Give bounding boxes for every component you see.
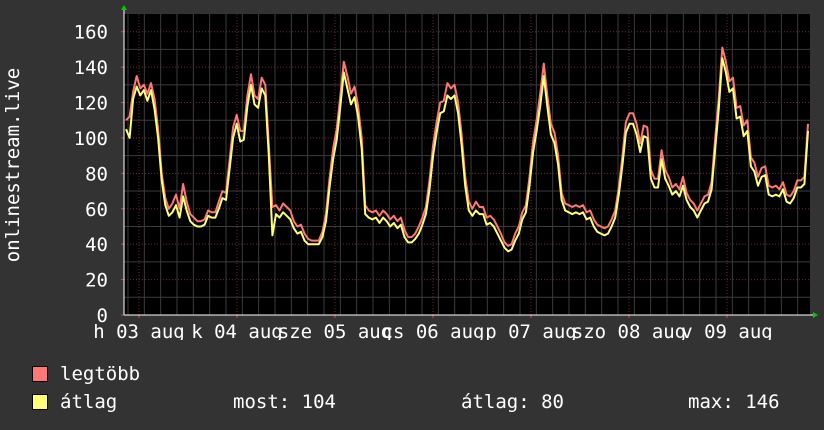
legend-swatch-atlag — [32, 394, 48, 410]
stat-max: max: 146 — [688, 391, 780, 413]
stat-current: most: 104 — [233, 391, 336, 413]
legend-swatch-legtobb — [32, 366, 48, 382]
x-tick-label: h 03 aug — [93, 321, 185, 340]
y-tick-label: 120 — [74, 93, 108, 115]
x-tick-label: p 07 aug — [485, 321, 577, 340]
y-tick-label: 80 — [85, 163, 108, 185]
y-tick-label: 60 — [85, 199, 108, 221]
y-tick-label: 160 — [74, 22, 108, 44]
x-axis-arrow — [813, 312, 818, 318]
y-tick-label: 140 — [74, 57, 108, 79]
legend-item-atlag: átlag — [32, 391, 117, 413]
y-axis-label: onlinestream.live — [2, 68, 24, 262]
stat-average: átlag: 80 — [461, 391, 564, 413]
x-tick-label: szo 08 aug — [572, 321, 686, 340]
line-chart: 020406080100120140160 h 03 aug k 04 augsz… — [2, 5, 818, 340]
plot-area — [124, 14, 810, 315]
x-tick-label: sze 05 aug — [278, 321, 392, 340]
legend-item-legtobb: legtöbb — [32, 363, 140, 385]
y-tick-label: 100 — [74, 128, 108, 150]
x-tick-label: cs 06 aug — [382, 321, 485, 340]
y-tick-label: 40 — [85, 234, 108, 256]
y-tick-labels: 020406080100120140160 — [74, 22, 108, 327]
legend-label-atlag: átlag — [60, 391, 118, 413]
x-tick-label: v 09 aug — [681, 321, 773, 340]
y-tick-label: 20 — [85, 270, 108, 292]
y-axis-arrow — [121, 5, 127, 10]
legend-label-legtobb: legtöbb — [60, 363, 141, 385]
x-tick-labels: h 03 aug k 04 augsze 05 augcs 06 aug p 07 … — [93, 321, 773, 340]
x-tick-label: k 04 aug — [191, 321, 283, 340]
